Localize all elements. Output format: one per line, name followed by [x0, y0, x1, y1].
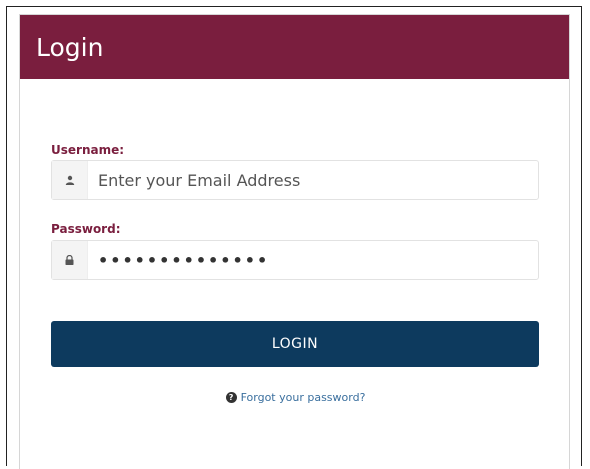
login-button[interactable]: LOGIN — [51, 321, 539, 367]
password-label: Password: — [51, 222, 121, 236]
lock-icon — [52, 241, 88, 279]
user-icon — [52, 161, 88, 199]
screenshot-frame: Login Username: Password: LOGIN — [6, 6, 582, 469]
password-input[interactable] — [88, 241, 538, 279]
username-label: Username: — [51, 143, 125, 157]
panel-header: Login — [20, 15, 569, 79]
login-panel: Login Username: Password: LOGIN — [19, 14, 570, 469]
question-circle-icon: ? — [225, 392, 237, 403]
forgot-password-link[interactable]: ? Forgot your password? — [20, 391, 571, 404]
username-input[interactable] — [88, 161, 538, 199]
username-input-group — [51, 160, 539, 200]
password-input-group — [51, 240, 539, 280]
forgot-password-label: Forgot your password? — [240, 391, 366, 404]
page-title: Login — [36, 32, 104, 62]
